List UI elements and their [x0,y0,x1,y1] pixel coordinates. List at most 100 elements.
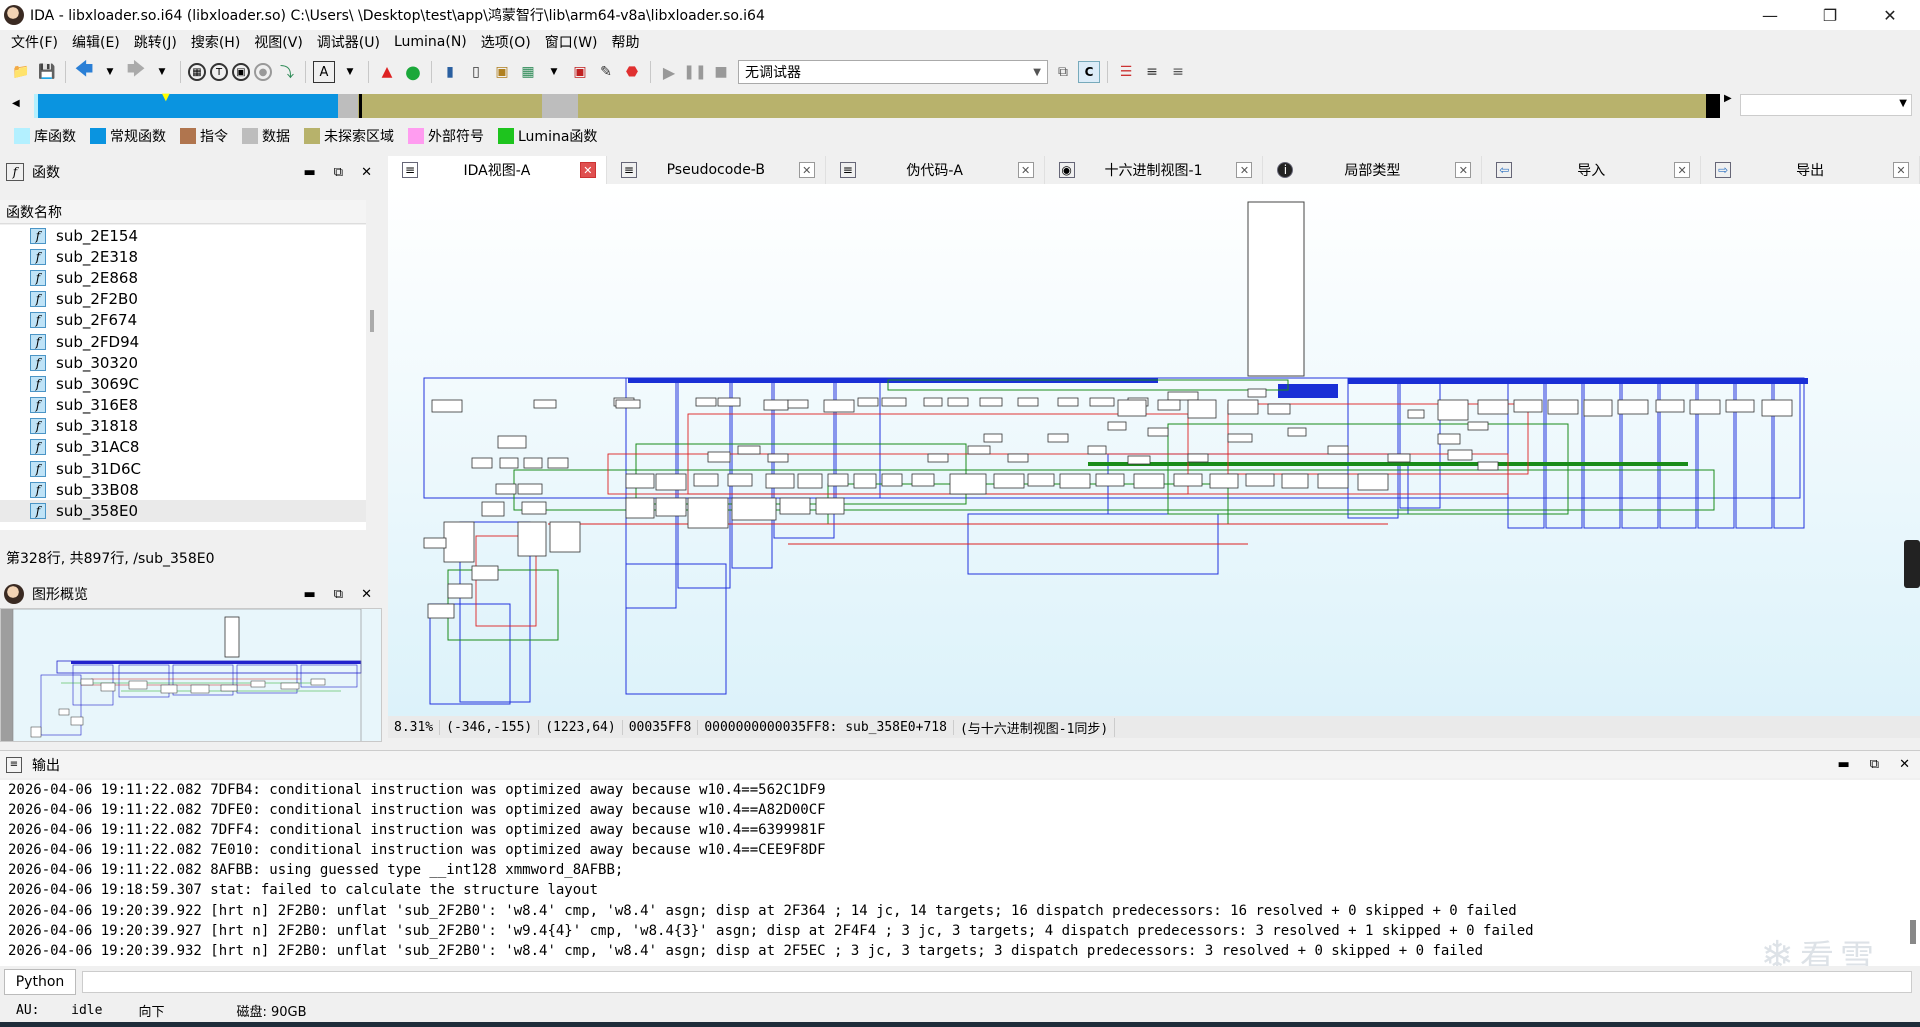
list-item[interactable]: f sub_316E8 [0,395,366,416]
menu-lumina[interactable]: Lumina(N) [387,34,474,50]
panel-minimize-button[interactable]: ▬ [304,165,316,180]
stop-icon[interactable]: ■ [710,61,732,83]
list-dot-icon[interactable]: ≡ [1141,61,1163,83]
output-log[interactable]: 2026-04-06 19:11:22.082 7DFB4: condition… [0,780,1920,966]
stop-sign-icon[interactable]: ⬣ [621,61,643,83]
navigation-band[interactable]: ◀ ▼ ▶ ▼ [8,92,1920,120]
watermark-logo: ❄看雪 [1760,933,1880,966]
list-item[interactable]: f sub_2FD94 [0,331,366,352]
tab-hex-view-1[interactable]: ◉ 十六进制视图-1 ✕ [1045,156,1264,184]
immediate-search-icon[interactable]: ▣ [232,63,250,81]
back-dropdown-icon[interactable]: ▼ [99,61,121,83]
copy-icon[interactable]: ⧉ [1052,61,1074,83]
close-icon[interactable]: ✕ [579,162,596,178]
menu-window[interactable]: 窗口(W) [538,32,605,52]
tab-exports[interactable]: ⇨ 导出 ✕ [1701,156,1920,184]
close-icon[interactable]: ✕ [1893,162,1910,178]
array-icon[interactable]: ▦ [517,61,539,83]
list-item[interactable]: f sub_31D6C [0,458,366,479]
graph-overview[interactable] [0,608,382,742]
breakpoint-icon[interactable]: ▣ [569,61,591,83]
navigation-bar[interactable]: ▼ [34,92,1720,118]
jump-down-icon[interactable]: ⤵ [276,61,298,83]
pause-icon[interactable]: ❚❚ [683,61,706,83]
function-name-column-header[interactable]: 函数名称 [0,200,366,224]
debugger-select[interactable]: 无调试器 ▼ [738,60,1048,84]
menu-file[interactable]: 文件(F) [4,32,65,52]
panel-close-button[interactable]: ✕ [361,587,372,602]
list-item[interactable]: f sub_33B08 [0,479,366,500]
data-icon[interactable]: ▯ [465,61,487,83]
struct-icon[interactable]: ▣ [491,61,513,83]
close-icon[interactable]: ✕ [1017,162,1034,178]
functions-scrollbar[interactable] [370,310,374,332]
python-command-input[interactable] [82,971,1912,993]
panel-minimize-button[interactable]: ▬ [1838,757,1850,772]
text-search-icon[interactable]: T [210,63,228,81]
close-button[interactable]: ✕ [1860,0,1920,30]
save-icon[interactable]: 💾 [36,61,58,83]
compile-c-icon[interactable]: C [1078,61,1100,83]
list-tree-icon[interactable]: ≡ [1167,61,1189,83]
minimize-button[interactable]: — [1740,0,1800,30]
view-tabs: ≡ IDA视图-A ✕ ≡ Pseudocode-B ✕ ≡ 伪代码-A ✕ ◉ 十六进制视图… [388,156,1920,184]
panel-float-button[interactable]: ⧉ [334,587,343,602]
tab-local-types[interactable]: i 局部类型 ✕ [1263,156,1483,184]
nav-left-arrow-icon[interactable]: ◀ [12,98,20,109]
list-item[interactable]: f sub_2E154 [0,225,366,246]
nav-dropdown[interactable]: ▼ [1740,94,1912,116]
code-icon[interactable]: ▮ [439,61,461,83]
hex-search-icon[interactable]: ▦ [188,63,206,81]
graph-view-icon[interactable]: ▲ [376,61,398,83]
log-line: 2026-04-06 19:11:22.082 7DFF4: condition… [8,822,826,839]
play-icon[interactable]: ▶ [658,61,680,83]
list-item[interactable]: f sub_2E868 [0,267,366,288]
tab-pseudocode-a[interactable]: ≡ 伪代码-A ✕ [826,156,1045,184]
ida-graph-view[interactable] [388,184,1920,716]
tab-pseudocode-b[interactable]: ≡ Pseudocode-B ✕ [607,156,826,184]
python-language-button[interactable]: Python [4,969,76,995]
close-icon[interactable]: ✕ [1455,162,1472,178]
list-red-icon[interactable]: ☰ [1115,61,1137,83]
panel-float-button[interactable]: ⧉ [334,165,343,180]
back-arrow-icon[interactable]: 🡄 [73,59,95,83]
nav-right-arrow-icon[interactable]: ▶ [1724,93,1732,104]
toolbar-separator [650,61,651,83]
list-item[interactable]: f sub_31818 [0,416,366,437]
panel-minimize-button[interactable]: ▬ [304,587,316,602]
list-item[interactable]: f sub_2F674 [0,310,366,331]
text-view-icon[interactable]: A [313,61,335,83]
menu-edit[interactable]: 编辑(E) [65,32,127,52]
list-item[interactable]: f sub_31AC8 [0,437,366,458]
tab-imports[interactable]: ⇦ 导入 ✕ [1482,156,1702,184]
open-folder-icon[interactable]: 📁 [10,61,32,83]
panel-close-button[interactable]: ✕ [361,165,372,180]
output-scrollbar[interactable] [1910,920,1916,944]
forward-dropdown-icon[interactable]: ▼ [151,61,173,83]
menu-view[interactable]: 视图(V) [247,32,310,52]
close-icon[interactable]: ✕ [798,162,815,178]
list-item[interactable]: f sub_2F2B0 [0,289,366,310]
list-item[interactable]: f sub_30320 [0,352,366,373]
forward-arrow-icon[interactable]: 🡆 [125,59,147,83]
menu-options[interactable]: 选项(O) [474,32,538,52]
tab-ida-view-a[interactable]: ≡ IDA视图-A ✕ [388,156,607,184]
menu-debugger[interactable]: 调试器(U) [310,32,387,52]
menu-help[interactable]: 帮助 [605,32,647,52]
edit-icon[interactable]: ✎ [595,61,617,83]
run-script-icon[interactable]: ● [402,61,424,83]
panel-close-button[interactable]: ✕ [1899,757,1910,772]
menu-jump[interactable]: 跳转(J) [127,32,184,52]
array-dropdown-icon[interactable]: ▼ [543,61,565,83]
close-icon[interactable]: ✕ [1674,162,1691,178]
text-dropdown-icon[interactable]: ▼ [339,61,361,83]
panel-float-button[interactable]: ⧉ [1870,757,1879,772]
maximize-button[interactable]: ❐ [1800,0,1860,30]
list-item[interactable]: f sub_3069C [0,373,366,394]
list-item-selected[interactable]: f sub_358E0 [0,500,366,522]
menu-search[interactable]: 搜索(H) [184,32,247,52]
graph-scroll-handle[interactable] [1904,540,1920,588]
list-item[interactable]: f sub_2E318 [0,246,366,267]
close-icon[interactable]: ✕ [1236,162,1253,178]
sequence-search-icon[interactable]: ● [254,63,272,81]
